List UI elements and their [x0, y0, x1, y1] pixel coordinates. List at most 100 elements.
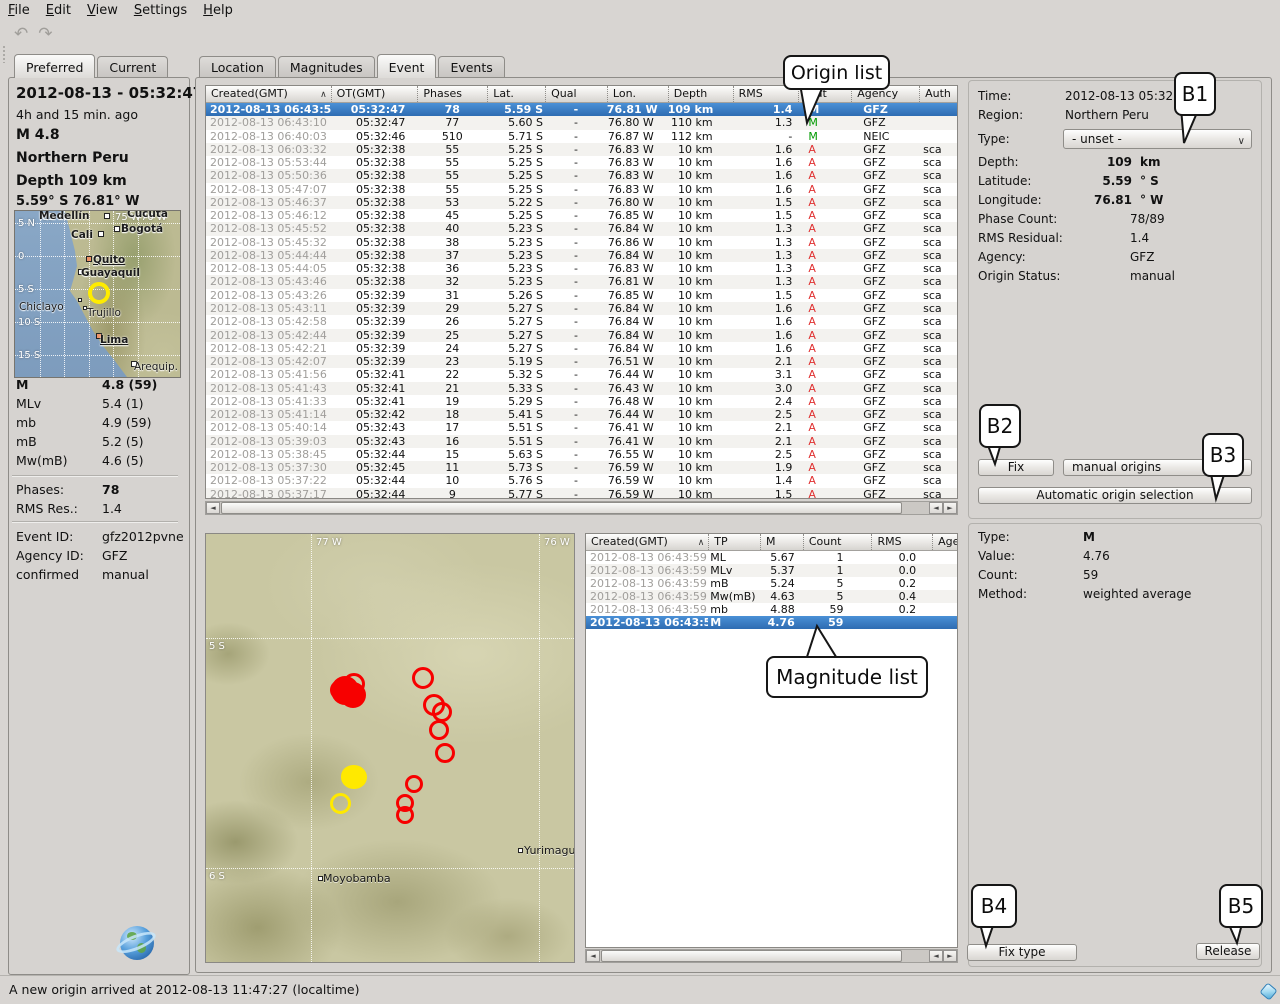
origin-table-row[interactable]: 2012-08-13 05:37:17 05:32:44 9 5.77 S - …: [206, 488, 957, 499]
origin-list-table[interactable]: Created(GMT)∧OT(GMT)PhasesLat.QualLon.De…: [205, 85, 958, 499]
cell-created: 2012-08-13 05:47:07: [206, 183, 331, 196]
scroll-left-icon[interactable]: ◄: [206, 502, 220, 514]
scroll-left-icon[interactable]: ◄: [929, 950, 943, 962]
column-header[interactable]: TP: [708, 534, 760, 550]
column-header[interactable]: Auth: [919, 86, 957, 102]
release-button[interactable]: Release: [1196, 943, 1260, 960]
cell-stat: A: [798, 342, 851, 355]
column-header[interactable]: Count: [803, 534, 872, 550]
tab[interactable]: Preferred: [14, 54, 95, 78]
origin-table-row[interactable]: 2012-08-13 05:44:05 05:32:38 36 5.23 S -…: [206, 262, 957, 275]
origin-table-row[interactable]: 2012-08-13 05:40:14 05:32:43 17 5.51 S -…: [206, 421, 957, 434]
cell-created: 2012-08-13 06:43:59: [586, 577, 708, 590]
city-label: Guayaquil: [81, 267, 140, 279]
fix-type-button[interactable]: Fix type: [967, 944, 1077, 961]
cell-created: 2012-08-13 06:43:59: [586, 616, 708, 629]
tab[interactable]: Event: [377, 54, 437, 78]
cell-stat: M: [798, 130, 851, 143]
column-header[interactable]: Phases: [417, 86, 487, 102]
origin-table-row[interactable]: 2012-08-13 05:39:03 05:32:43 16 5.51 S -…: [206, 435, 957, 448]
scrollbar-thumb[interactable]: [601, 950, 902, 962]
forward-icon[interactable]: ↷: [38, 24, 52, 44]
magnitude-table-row[interactable]: 2012-08-13 06:43:59 MLv 5.37 1 0.0: [586, 564, 957, 577]
origin-table-row[interactable]: 2012-08-13 05:53:44 05:32:38 55 5.25 S -…: [206, 156, 957, 169]
magnitude-table-row[interactable]: 2012-08-13 06:43:59 M 4.76 59: [586, 616, 957, 629]
scroll-left-icon[interactable]: ◄: [929, 502, 943, 514]
cell-phases: 78: [417, 103, 487, 116]
magnitude-table-row[interactable]: 2012-08-13 06:43:59 Mw(mB) 4.63 5 0.4: [586, 590, 957, 603]
magnitude-table-hscrollbar[interactable]: ◄ ◄ ►: [585, 949, 958, 963]
globe-icon[interactable]: [120, 926, 154, 960]
cell-stat: A: [798, 474, 851, 487]
magnitude-table-row[interactable]: 2012-08-13 06:43:59 mB 5.24 5 0.2: [586, 577, 957, 590]
scroll-right-icon[interactable]: ►: [943, 950, 957, 962]
cell-lat: 5.32 S: [487, 368, 545, 381]
column-header[interactable]: Lon.: [607, 86, 668, 102]
overview-map[interactable]: 5 N05 S10 S15 S 85 W75 W70 W CúcutaMedel…: [14, 210, 181, 378]
origin-table-row[interactable]: 2012-08-13 05:42:07 05:32:39 23 5.19 S -…: [206, 355, 957, 368]
origin-table-row[interactable]: 2012-08-13 05:43:26 05:32:39 31 5.26 S -…: [206, 289, 957, 302]
origin-table-row[interactable]: 2012-08-13 05:41:56 05:32:41 22 5.32 S -…: [206, 368, 957, 381]
origin-table-row[interactable]: 2012-08-13 06:43:53 05:32:47 78 5.59 S -…: [206, 103, 957, 116]
origin-type-dropdown[interactable]: - unset - ∨: [1063, 129, 1252, 149]
origin-table-row[interactable]: 2012-08-13 05:37:30 05:32:45 11 5.73 S -…: [206, 461, 957, 474]
origin-table-row[interactable]: 2012-08-13 05:46:12 05:32:38 45 5.25 S -…: [206, 209, 957, 222]
origin-table-row[interactable]: 2012-08-13 06:40:03 05:32:46 510 5.71 S …: [206, 130, 957, 143]
menu-item[interactable]: View: [79, 2, 126, 19]
origin-table-row[interactable]: 2012-08-13 05:45:52 05:32:38 40 5.23 S -…: [206, 222, 957, 235]
scroll-right-icon[interactable]: ►: [943, 502, 957, 514]
tab[interactable]: Current: [97, 56, 168, 78]
origin-table-row[interactable]: 2012-08-13 05:44:44 05:32:38 37 5.23 S -…: [206, 249, 957, 262]
origin-table-row[interactable]: 2012-08-13 05:38:45 05:32:44 15 5.63 S -…: [206, 448, 957, 461]
event-id-row: Event ID: gfz2012pvne: [16, 529, 184, 544]
column-header[interactable]: RMS: [871, 534, 932, 550]
origin-table-row[interactable]: 2012-08-13 05:42:21 05:32:39 24 5.27 S -…: [206, 342, 957, 355]
tab[interactable]: Magnitudes: [278, 56, 375, 78]
column-header[interactable]: Age: [932, 534, 957, 550]
origin-table-row[interactable]: 2012-08-13 05:43:11 05:32:39 29 5.27 S -…: [206, 302, 957, 315]
origin-table-row[interactable]: 2012-08-13 05:43:46 05:32:38 32 5.23 S -…: [206, 275, 957, 288]
origin-table-row[interactable]: 2012-08-13 05:41:43 05:32:41 21 5.33 S -…: [206, 382, 957, 395]
origin-table-row[interactable]: 2012-08-13 05:46:37 05:32:38 53 5.22 S -…: [206, 196, 957, 209]
origin-table-row[interactable]: 2012-08-13 05:45:32 05:32:38 38 5.23 S -…: [206, 236, 957, 249]
origin-table-row[interactable]: 2012-08-13 06:43:10 05:32:47 77 5.60 S -…: [206, 116, 957, 129]
cell-auth: [919, 116, 957, 129]
location-map[interactable]: 77 W76 W 5 S6 S YurimaguaMoyobamba: [205, 533, 575, 963]
origin-table-row[interactable]: 2012-08-13 05:42:58 05:32:39 26 5.27 S -…: [206, 315, 957, 328]
automatic-origin-selection-button[interactable]: Automatic origin selection: [978, 487, 1252, 504]
magnitude-list-table[interactable]: Created(GMT)∧TPMCountRMSAge 2012-08-13 0…: [585, 533, 958, 948]
menu-item[interactable]: Help: [195, 2, 241, 19]
origin-table-hscrollbar[interactable]: ◄ ◄ ►: [205, 501, 958, 515]
cell-auth: sca: [919, 408, 957, 421]
scrollbar-thumb[interactable]: [221, 502, 902, 514]
origin-table-row[interactable]: 2012-08-13 05:42:44 05:32:39 25 5.27 S -…: [206, 329, 957, 342]
magnitude-table-row[interactable]: 2012-08-13 06:43:59 mb 4.88 59 0.2: [586, 603, 957, 616]
origin-region-row: Region:Northern Peru: [978, 108, 1149, 122]
tab[interactable]: Events: [438, 56, 504, 78]
back-icon[interactable]: ↶: [14, 24, 28, 44]
column-header[interactable]: Created(GMT)∧: [586, 534, 708, 550]
toolbar-grip[interactable]: [2, 45, 7, 63]
column-header[interactable]: Created(GMT)∧: [206, 86, 331, 102]
menu-item[interactable]: Settings: [126, 2, 195, 19]
origin-table-row[interactable]: 2012-08-13 05:50:36 05:32:38 55 5.25 S -…: [206, 169, 957, 182]
cell-qual: -: [545, 474, 607, 487]
menu-item[interactable]: File: [0, 2, 38, 19]
origin-table-row[interactable]: 2012-08-13 05:41:14 05:32:42 18 5.41 S -…: [206, 408, 957, 421]
column-header[interactable]: Depth: [668, 86, 733, 102]
magnitude-table-row[interactable]: 2012-08-13 06:43:59 ML 5.67 1 0.0: [586, 551, 957, 564]
origin-table-row[interactable]: 2012-08-13 06:03:32 05:32:38 55 5.25 S -…: [206, 143, 957, 156]
cell-created: 2012-08-13 05:44:05: [206, 262, 331, 275]
tab[interactable]: Location: [199, 56, 276, 78]
column-header[interactable]: Lat.: [487, 86, 545, 102]
scroll-left-icon[interactable]: ◄: [586, 950, 600, 962]
origin-table-row[interactable]: 2012-08-13 05:41:33 05:32:41 19 5.29 S -…: [206, 395, 957, 408]
menu-item[interactable]: Edit: [38, 2, 79, 19]
column-header[interactable]: OT(GMT): [331, 86, 418, 102]
origin-table-row[interactable]: 2012-08-13 05:47:07 05:32:38 55 5.25 S -…: [206, 183, 957, 196]
origin-table-row[interactable]: 2012-08-13 05:37:22 05:32:44 10 5.76 S -…: [206, 474, 957, 487]
column-header[interactable]: Qual: [545, 86, 607, 102]
cell-depth: 10 km: [668, 448, 733, 461]
fix-button[interactable]: Fix: [978, 459, 1054, 476]
column-header[interactable]: M: [760, 534, 803, 550]
